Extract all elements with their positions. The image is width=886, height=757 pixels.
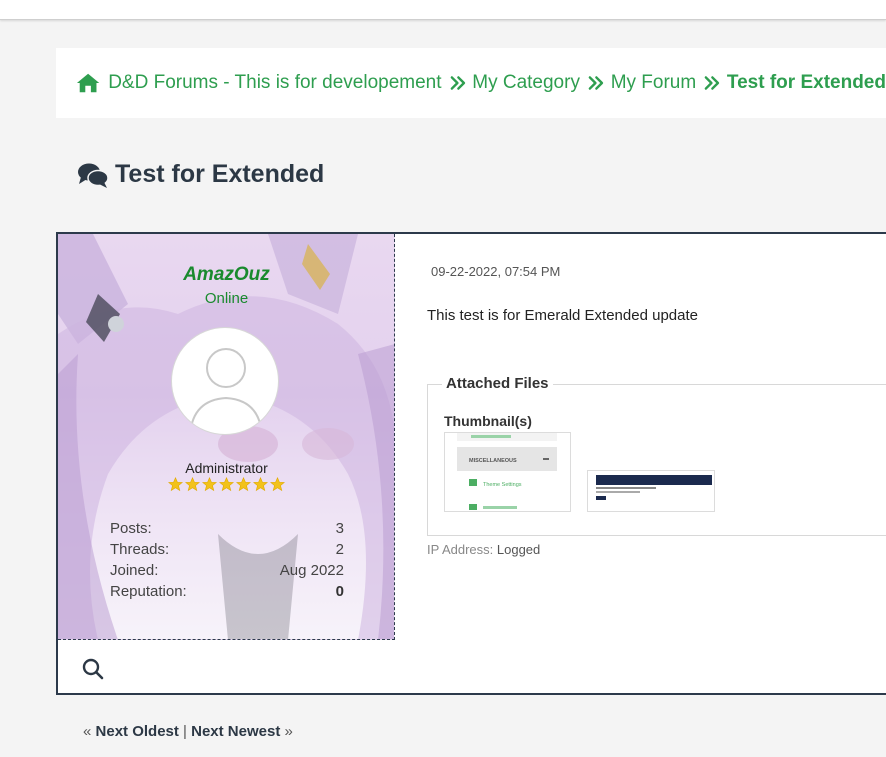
double-chevron-right-icon: [704, 76, 720, 90]
double-chevron-right-icon: [588, 76, 604, 90]
star-icon: [202, 477, 217, 492]
post-content: 09-22-2022, 07:54 PM This test is for Em…: [395, 234, 886, 640]
ip-label: IP Address:: [427, 542, 494, 557]
author-role: Administrator: [185, 460, 268, 476]
thumb-line-0: MISCELLANEOUS: [469, 458, 517, 464]
thumbnail-image: [588, 471, 714, 511]
star-icon: [236, 477, 251, 492]
comments-icon: [78, 163, 109, 188]
author-online-status: Online: [204, 290, 249, 307]
next-newest-link[interactable]: Next Newest: [191, 723, 280, 740]
attached-files-legend: Attached Files: [442, 375, 553, 392]
stat-threads: Threads: 2: [110, 539, 344, 560]
thread-pager: « Next Oldest | Next Newest »: [83, 723, 293, 740]
next-oldest-link[interactable]: Next Oldest: [96, 723, 179, 740]
breadcrumb-link-forum[interactable]: My Forum: [611, 72, 697, 94]
stat-posts: Posts: 3: [110, 518, 344, 539]
thumb-line-1: Theme Settings: [483, 482, 522, 488]
default-avatar-icon: [189, 348, 263, 434]
author-username[interactable]: AmazOuz: [58, 264, 394, 286]
breadcrumb-current: Test for Extended: [726, 72, 886, 93]
pager-right-mark: »: [284, 723, 293, 740]
attachment-thumbnail[interactable]: MISCELLANEOUS Theme Settings: [444, 432, 571, 512]
pager-left-mark: «: [83, 723, 92, 740]
search-icon[interactable]: [82, 658, 104, 680]
pager-separator: |: [183, 723, 187, 740]
top-bar: [0, 0, 886, 20]
stat-label: Threads:: [110, 541, 170, 558]
star-icon: [253, 477, 268, 492]
thumbnail-image: MISCELLANEOUS Theme Settings: [445, 433, 570, 511]
rank-stars: [168, 477, 285, 492]
post-footer: [58, 640, 886, 693]
stat-reputation: Reputation: 0: [110, 581, 344, 602]
star-icon: [185, 477, 200, 492]
reputation-value[interactable]: 0: [336, 581, 344, 602]
ip-value: Logged: [496, 542, 541, 557]
attached-files: Attached Files Thumbnail(s) MISCELLANEOU…: [427, 375, 886, 536]
breadcrumb: D&D Forums - This is for developement My…: [56, 48, 886, 118]
author-profile: AmazOuz Online Administrator Posts: 3 Th…: [58, 234, 395, 640]
post-body: This test is for Emerald Extended update: [427, 307, 698, 324]
stat-label: Joined:: [110, 562, 159, 579]
stat-value: 2: [335, 541, 344, 558]
post-date: 09-22-2022, 07:54 PM: [431, 264, 561, 279]
attachment-thumbnail[interactable]: [587, 470, 715, 512]
stat-joined: Joined: Aug 2022: [110, 560, 344, 581]
star-icon: [168, 477, 183, 492]
stat-value: Aug 2022: [279, 562, 344, 579]
stat-value: 3: [335, 520, 344, 537]
page-title: Test for Extended: [77, 160, 324, 189]
author-stats: Posts: 3 Threads: 2 Joined: Aug 2022 Rep…: [110, 518, 344, 602]
thumbnails-label: Thumbnail(s): [444, 413, 532, 429]
post-container: AmazOuz Online Administrator Posts: 3 Th…: [56, 232, 886, 695]
home-icon[interactable]: [76, 71, 100, 95]
double-chevron-right-icon: [450, 76, 465, 90]
stat-label: Reputation:: [110, 583, 187, 600]
breadcrumb-link-forums[interactable]: D&D Forums - This is for developement: [108, 72, 441, 94]
breadcrumb-link-category[interactable]: My Category: [472, 72, 580, 94]
avatar[interactable]: [171, 327, 279, 435]
thread-title: Test for Extended: [115, 160, 325, 188]
ip-address: IP Address: Logged: [427, 542, 540, 557]
star-icon: [219, 477, 234, 492]
star-icon: [270, 477, 285, 492]
stat-label: Posts:: [110, 520, 152, 537]
